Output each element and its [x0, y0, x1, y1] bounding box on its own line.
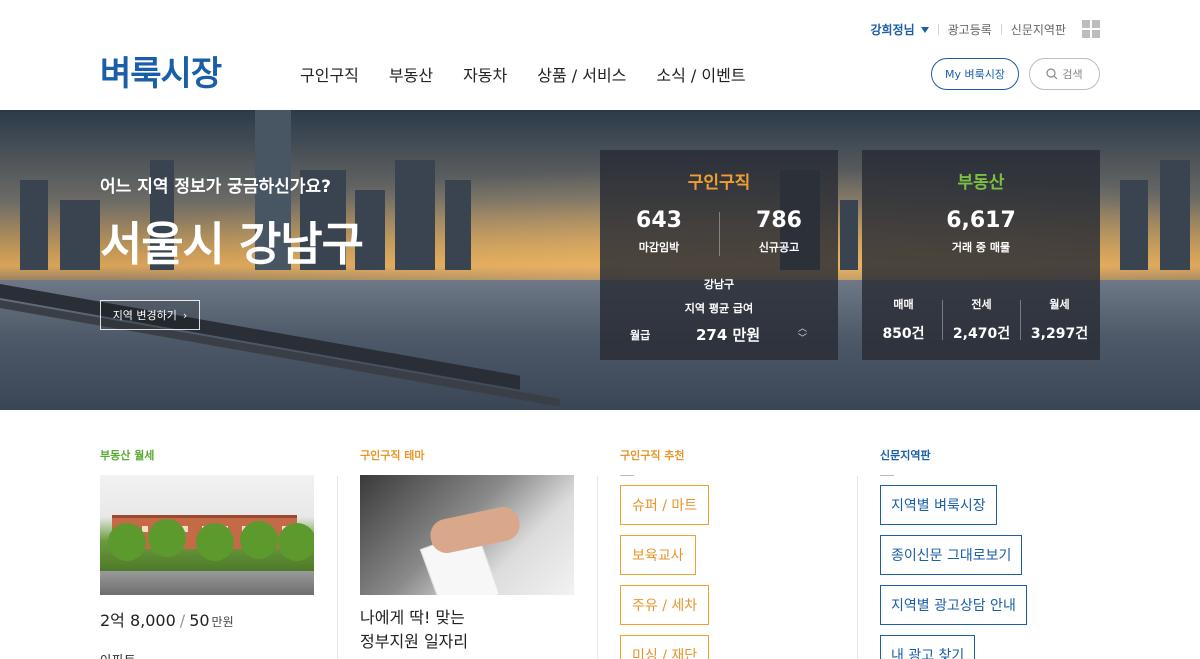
tree	[240, 521, 278, 559]
search-button[interactable]: 검색	[1029, 58, 1100, 90]
price-unit: 만원	[211, 615, 234, 629]
hero-region-title: 서울시 강남구	[100, 217, 364, 271]
skyline-building	[20, 180, 48, 270]
sale-label: 매매	[893, 298, 914, 311]
divider	[719, 212, 720, 256]
listing-type: 아파트	[100, 650, 136, 659]
job-theme-line2: 정부지원 일자리	[360, 632, 469, 651]
tree	[278, 523, 314, 561]
column-divider	[337, 476, 338, 659]
nav-item-news-events[interactable]: 소식 / 이벤트	[656, 62, 745, 86]
tree	[108, 523, 146, 561]
job-tag-sewing[interactable]: 미싱 / 재단	[620, 635, 710, 659]
listing-price[interactable]: 2억 8,000 / 50 만원	[100, 607, 234, 631]
job-theme-line1: 나에게 딱! 맞는	[360, 608, 465, 627]
caret-down-icon	[920, 27, 929, 33]
jeonse-label: 전세	[971, 298, 992, 311]
change-region-label: 지역 변경하기	[112, 309, 177, 322]
ad-register-link[interactable]: 광고등록	[948, 21, 992, 38]
job-recommend-title: 구인구직 추천	[620, 449, 685, 462]
logo[interactable]: 벼룩시장	[100, 54, 222, 94]
wage-label: 지역 평균 급여	[684, 302, 754, 315]
job-theme-headline[interactable]: 나에게 딱! 맞는 정부지원 일자리	[360, 606, 468, 654]
listing-total-label: 거래 중 매물	[951, 241, 1011, 254]
monthly-rent-count[interactable]: 3,297건	[1020, 323, 1099, 343]
deadline-count: 643	[636, 208, 682, 233]
monthly-rent-label: 월세	[1049, 298, 1070, 311]
paper-view-link[interactable]: 종이신문 그대로보기	[880, 535, 1023, 575]
my-page-button[interactable]: My 벼룩시장	[931, 58, 1019, 90]
hero-banner: 어느 지역 정보가 궁금하신가요? 서울시 강남구 지역 변경하기 › 구인구직…	[0, 110, 1200, 410]
new-posting-label: 신규공고	[758, 241, 800, 254]
price-monthly: 50	[189, 611, 210, 630]
sale-count[interactable]: 850건	[864, 323, 943, 343]
main-nav: 구인구직 부동산 자동차 상품 / 서비스 소식 / 이벤트	[300, 62, 746, 86]
skyline-building	[840, 200, 858, 270]
wage-type: 월급	[630, 329, 651, 342]
title-underline	[880, 475, 894, 476]
realestate-stats-panel[interactable]: 부동산 6,617 거래 중 매물 매매 850건 전세 2,470건 월세 3…	[862, 150, 1100, 360]
search-label: 검색	[1062, 68, 1083, 81]
column-divider	[857, 476, 858, 659]
listing-total-count: 6,617	[946, 208, 1016, 233]
job-panel-title: 구인구직	[687, 173, 751, 193]
nav-item-realestate[interactable]: 부동산	[389, 62, 433, 86]
jeonse-count[interactable]: 2,470건	[942, 323, 1021, 343]
chevron-right-icon: ›	[182, 308, 188, 322]
tree	[196, 523, 234, 561]
job-stats-panel[interactable]: 구인구직 643 마감임박 786 신규공고 강남구 지역 평균 급여 월급 2…	[600, 150, 838, 360]
new-posting-stat[interactable]: 786 신규공고	[740, 208, 818, 255]
newspaper-region-title: 신문지역판	[880, 449, 931, 462]
wage-value: 274 만원	[696, 326, 761, 344]
user-name: 강희정님	[870, 22, 915, 37]
handshake-image[interactable]	[360, 475, 574, 595]
road	[100, 571, 314, 595]
wage-toggle[interactable]: ︿ ﹀	[798, 324, 807, 344]
newspaper-region-link[interactable]: 신문지역판	[1011, 21, 1066, 38]
divider	[937, 23, 939, 35]
tree	[148, 519, 186, 557]
wage-region: 강남구	[703, 278, 735, 291]
chevron-down-icon[interactable]: ﹀	[798, 334, 807, 344]
job-tag-childcare[interactable]: 보육교사	[620, 535, 696, 575]
hero-subtitle: 어느 지역 정보가 궁금하신가요?	[100, 177, 331, 197]
job-tag-gas-station[interactable]: 주유 / 세차	[620, 585, 710, 625]
change-region-button[interactable]: 지역 변경하기 ›	[100, 300, 200, 330]
job-tag-supermarket[interactable]: 슈퍼 / 마트	[620, 485, 710, 525]
chevron-up-icon[interactable]: ︿	[798, 324, 807, 334]
ad-consult-link[interactable]: 지역별 광고상담 안내	[880, 585, 1027, 625]
utility-bar: 강희정님 광고등록 신문지역판	[870, 20, 1100, 38]
header: 강희정님 광고등록 신문지역판 벼룩시장 구인구직 부동산 자동차 상품 / 서…	[0, 0, 1200, 110]
deadline-stat[interactable]: 643 마감임박	[620, 208, 698, 255]
realestate-monthly-title: 부동산 월세	[100, 449, 155, 462]
skyline-building	[1120, 180, 1148, 270]
skyline-building	[1160, 160, 1190, 270]
skyline-building	[60, 200, 100, 270]
skyline-building	[445, 180, 471, 270]
apartment-image[interactable]	[100, 475, 314, 595]
price-separator: /	[179, 611, 186, 630]
title-underline	[620, 475, 634, 476]
listing-total-stat[interactable]: 6,617 거래 중 매물	[862, 208, 1100, 255]
job-theme-title: 구인구직 테마	[360, 449, 425, 462]
column-divider	[597, 476, 598, 659]
divider	[1000, 23, 1002, 35]
all-menu-icon[interactable]	[1082, 20, 1100, 38]
price-deposit: 2억 8,000	[100, 611, 176, 630]
deadline-label: 마감임박	[638, 241, 680, 254]
realestate-panel-title: 부동산	[957, 173, 1005, 193]
regional-market-link[interactable]: 지역별 벼룩시장	[880, 485, 997, 525]
nav-item-jobs[interactable]: 구인구직	[300, 62, 359, 86]
new-posting-count: 786	[756, 208, 802, 233]
search-icon	[1046, 68, 1058, 80]
nav-item-cars[interactable]: 자동차	[463, 62, 507, 86]
nav-item-goods-services[interactable]: 상품 / 서비스	[537, 62, 626, 86]
user-menu[interactable]: 강희정님	[870, 21, 929, 38]
find-my-ad-link[interactable]: 내 광고 찾기	[880, 635, 976, 659]
skyline-building	[395, 160, 435, 270]
